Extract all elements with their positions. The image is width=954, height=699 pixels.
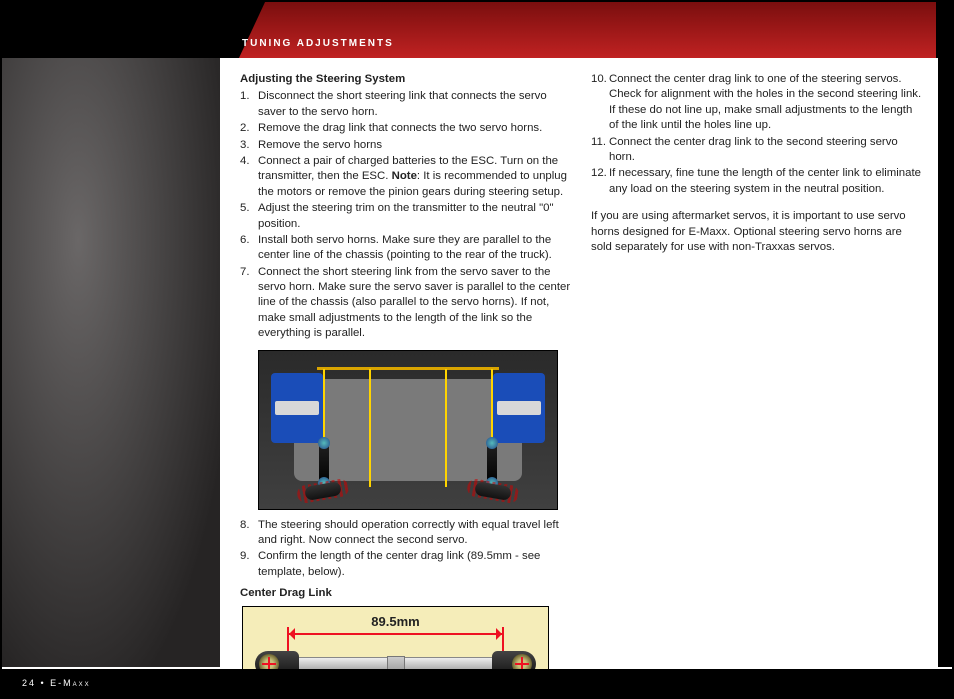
steering-heading: Adjusting the Steering System	[240, 72, 571, 87]
step-text: Disconnect the short steering link that …	[258, 90, 547, 117]
step-item: 7.Connect the short steering link from t…	[240, 265, 571, 342]
page-content: Adjusting the Steering System 1.Disconne…	[240, 72, 922, 657]
note-label: Note	[392, 170, 417, 182]
step-text: Connect the center drag link to one of t…	[609, 73, 921, 131]
step-text: Confirm the length of the center drag li…	[258, 550, 540, 577]
step-text: Connect the center drag link to the seco…	[609, 136, 898, 163]
step-item: 5.Adjust the steering trim on the transm…	[240, 201, 571, 232]
header-red-section	[222, 2, 936, 58]
aftermarket-note: If you are using aftermarket servos, it …	[591, 209, 922, 255]
step-item: 10.Connect the center drag link to one o…	[591, 72, 922, 134]
header-title: Tuning Adjustments	[242, 38, 394, 49]
steps-list-c: 10.Connect the center drag link to one o…	[591, 72, 922, 197]
step-text: Remove the drag link that connects the t…	[258, 122, 542, 134]
step-item: 8.The steering should operation correctl…	[240, 518, 571, 549]
step-text: Remove the servo horns	[258, 139, 382, 151]
step-item: 6.Install both servo horns. Make sure th…	[240, 233, 571, 264]
step-item: 12.If necessary, fine tune the length of…	[591, 166, 922, 197]
step-text: Connect the short steering link from the…	[258, 266, 570, 340]
column-right: 10.Connect the center drag link to one o…	[591, 72, 922, 657]
right-strip	[938, 58, 952, 667]
steps-list-b: 8.The steering should operation correctl…	[240, 518, 571, 581]
step-text: If necessary, fine tune the length of th…	[609, 167, 921, 194]
steps-list-a: 1.Disconnect the short steering link tha…	[240, 89, 571, 341]
footer-bar: 24 • E-Maxx	[2, 669, 952, 697]
step-item: 9.Confirm the length of the center drag …	[240, 549, 571, 580]
step-text: Adjust the steering trim on the transmit…	[258, 202, 554, 229]
left-sidebar	[2, 58, 220, 667]
steering-photo	[258, 350, 558, 510]
column-left: Adjusting the Steering System 1.Disconne…	[240, 72, 571, 657]
step-text: The steering should operation correctly …	[258, 519, 559, 546]
page-number: 24 • E-Maxx	[22, 678, 91, 688]
drag-link-heading: Center Drag Link	[240, 586, 571, 601]
step-text: Install both servo horns. Make sure they…	[258, 234, 552, 261]
step-item: 4.Connect a pair of charged batteries to…	[240, 154, 571, 200]
step-item: 11.Connect the center drag link to the s…	[591, 135, 922, 166]
page: Tuning Adjustments Adjusting the Steerin…	[0, 0, 954, 699]
step-item: 1.Disconnect the short steering link tha…	[240, 89, 571, 120]
step-item: 2.Remove the drag link that connects the…	[240, 121, 571, 136]
step-item: 3.Remove the servo horns	[240, 138, 571, 153]
header-bar	[2, 2, 952, 58]
